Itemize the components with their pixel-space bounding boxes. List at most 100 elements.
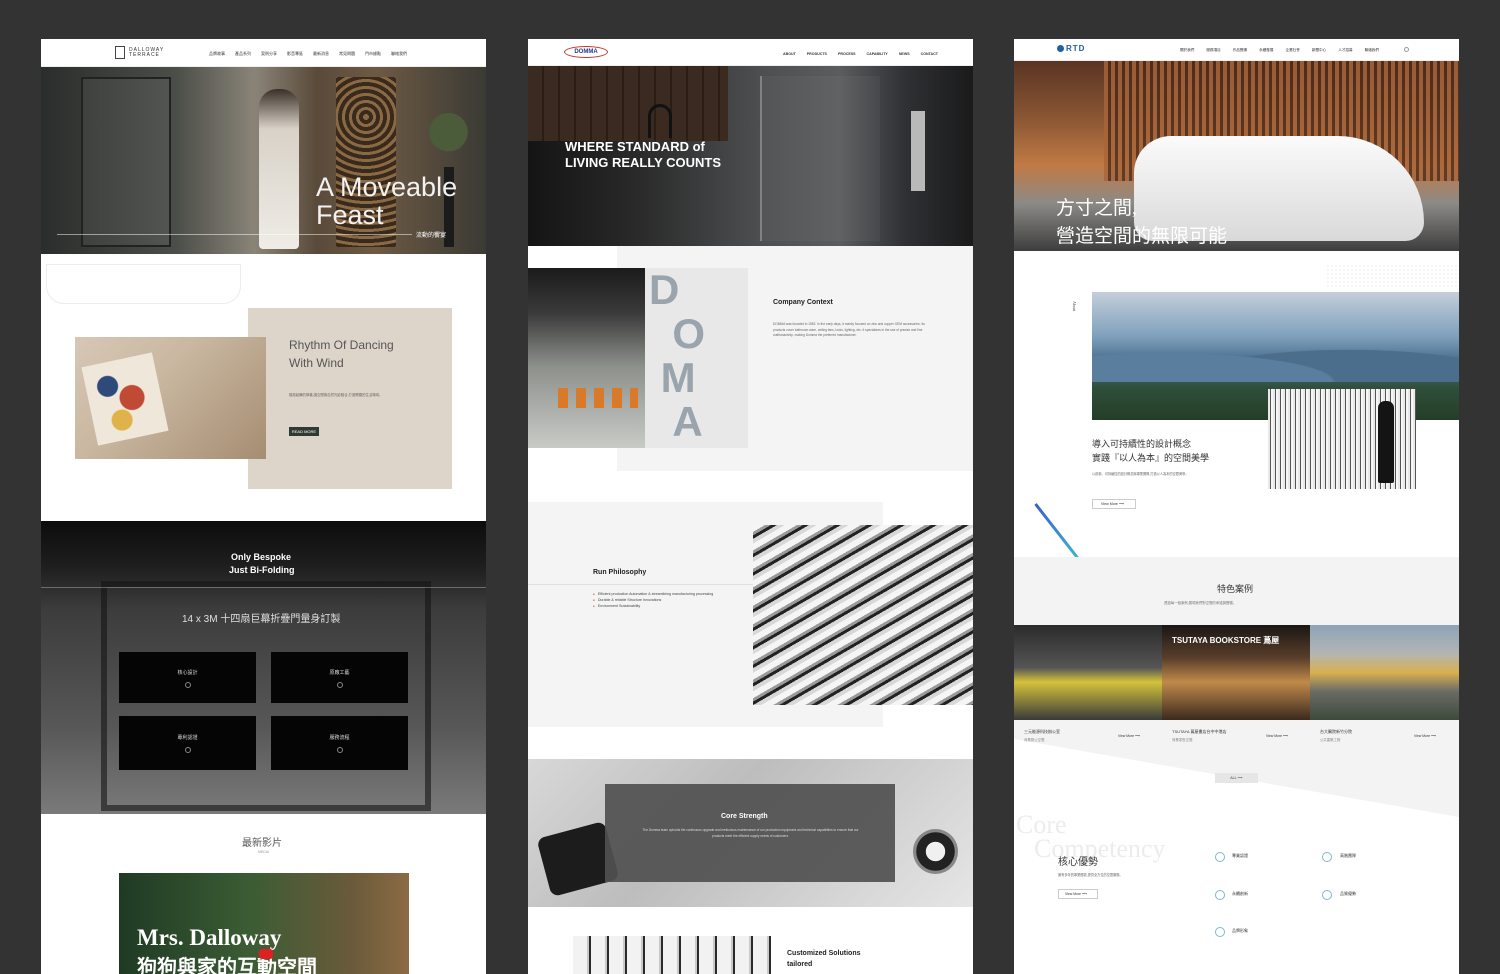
- dot-pattern: [1326, 264, 1459, 289]
- case-card[interactable]: [1014, 625, 1162, 720]
- company-body: DOMMA was founded in 1982. In the early …: [773, 322, 925, 337]
- hero-title: 方寸之間,: [1056, 198, 1137, 219]
- nav-item[interactable]: 品牌故事: [209, 51, 225, 57]
- case-name: TSUTAYA 蔦屋書店台中中港店: [1172, 729, 1227, 734]
- nav-item[interactable]: 常見問題: [339, 51, 355, 57]
- quality-icon: [1322, 890, 1332, 900]
- glass-door: [81, 77, 171, 247]
- case-tag: 公共建築工程: [1320, 738, 1341, 742]
- feature-tile-core-design[interactable]: 核心設計: [119, 652, 256, 703]
- nav-item[interactable]: 作品實績: [1233, 48, 1247, 53]
- nav-item[interactable]: 企業社會: [1286, 48, 1300, 53]
- video-overlay-subtitle: 狗狗與家的互動空間: [137, 957, 317, 974]
- nav-item[interactable]: PRODUCTS: [807, 52, 827, 56]
- core-title: Core Strength: [721, 813, 768, 820]
- hero-title: A Moveable: [316, 172, 458, 202]
- circle-arrow-icon: [336, 682, 343, 688]
- video-overlay-title: Mrs. Dalloway: [137, 925, 282, 950]
- feature-tile-craft[interactable]: 原廠工藝: [271, 652, 408, 703]
- dalloway-page: DALLOWAY TERRACE 品牌故事 產品系列 案例分享 影音專區 最新消…: [41, 39, 486, 974]
- competency-item: 品牌形象: [1232, 928, 1248, 933]
- nav-item[interactable]: 聯絡我們: [1365, 48, 1379, 53]
- faucet: [648, 104, 672, 138]
- view-more-button[interactable]: View More ⟶: [1092, 499, 1136, 509]
- nav-item[interactable]: 門市據點: [365, 51, 381, 57]
- nav-item[interactable]: 案例分享: [261, 51, 277, 57]
- nav-item[interactable]: NEWS: [899, 52, 910, 56]
- brand-icon: [1215, 927, 1225, 937]
- nav-item[interactable]: 服務項目: [1206, 48, 1220, 53]
- run-divider: [528, 584, 753, 585]
- nav-menu: 關於我們 服務項目 作品實績 永續發展 企業社會 新聞中心 人才招募 聯絡我們: [1180, 48, 1379, 53]
- company-image: D O M A: [528, 268, 748, 448]
- video-thumbnail[interactable]: Mrs. Dalloway 狗狗與家的互動空間: [119, 873, 409, 974]
- read-more-button[interactable]: READ MORE: [289, 427, 319, 436]
- brand-logo[interactable]: DOMMA: [564, 46, 608, 58]
- tile-label: 專利認證: [177, 735, 198, 741]
- certification-icon: [1215, 852, 1225, 862]
- rhythm-body: 隨風起舞的節奏,讓空間與自然光影融合,打造開闊的生活場域。: [289, 393, 383, 397]
- woman-figure: [259, 89, 299, 249]
- feature-tile-patent[interactable]: 專利認證: [119, 716, 256, 770]
- competency-item: 專業認證: [1232, 853, 1248, 858]
- case-tag: 商業辦公空間: [1024, 738, 1045, 742]
- about-heading: 導入可持續性的設計概念: [1092, 439, 1192, 449]
- top-nav: DOMMA ABOUT PRODUCTS PROCESS CAPABILITY …: [528, 39, 973, 66]
- frame-divider: [41, 587, 486, 588]
- view-more-label: View More: [1101, 502, 1118, 506]
- case-view-more[interactable]: View More ⟶: [1266, 734, 1288, 738]
- brand-logo-icon: [1057, 45, 1064, 52]
- case-tag: 商業零售空間: [1172, 738, 1193, 742]
- hero-subtitle: 流動的饗宴: [416, 233, 447, 239]
- all-cases-button[interactable]: ALL ⟶: [1215, 773, 1258, 783]
- case-card[interactable]: [1310, 625, 1459, 720]
- competency-item: 高階團隊: [1340, 853, 1356, 858]
- nav-item[interactable]: 新聞中心: [1312, 48, 1326, 53]
- gallery-image: [1268, 389, 1416, 489]
- view-more-label: View More: [1118, 734, 1134, 738]
- rhythm-title: With Wind: [289, 356, 344, 370]
- case-name: 三元能源科技辦公室: [1024, 729, 1060, 734]
- artbook: [81, 352, 169, 446]
- competency-view-more[interactable]: View More ⟶: [1058, 889, 1098, 899]
- hero-title: Feast: [316, 200, 384, 230]
- feature-tile-service[interactable]: 服務流程: [271, 716, 408, 770]
- nav-item[interactable]: ABOUT: [783, 52, 796, 56]
- competency-title: 核心優勢: [1058, 857, 1098, 868]
- competency-item: 永續創新: [1232, 891, 1248, 896]
- nav-item[interactable]: 影音專區: [287, 51, 303, 57]
- nav-item[interactable]: 產品系列: [235, 51, 251, 57]
- bespoke-title: Only Bespoke: [231, 552, 292, 562]
- nav-item[interactable]: 聯絡我們: [391, 51, 407, 57]
- nav-item[interactable]: 人才招募: [1338, 48, 1352, 53]
- office-chairs: [558, 388, 638, 408]
- about-label: About: [1072, 301, 1077, 311]
- play-icon[interactable]: [259, 949, 273, 959]
- hero-title: WHERE STANDARD of: [565, 139, 705, 154]
- nav-item[interactable]: CAPABILITY: [867, 52, 888, 56]
- nav-item[interactable]: 最新消息: [313, 51, 329, 57]
- nav-item[interactable]: PROCESS: [838, 52, 856, 56]
- rhythm-card: [248, 308, 452, 489]
- video-subtitle: MEDIA: [258, 850, 270, 854]
- competency-item: 品質優勢: [1340, 891, 1356, 896]
- case-view-more[interactable]: View More ⟶: [1414, 734, 1436, 738]
- domma-wall-letters: D O M A: [645, 268, 748, 448]
- towel: [911, 111, 925, 191]
- search-icon[interactable]: [1404, 47, 1409, 52]
- brand-logo-icon[interactable]: [115, 46, 125, 59]
- nav-item[interactable]: 永續發展: [1259, 48, 1273, 53]
- custom-title: tailored: [787, 961, 813, 968]
- all-cases-label: ALL: [1230, 776, 1237, 780]
- top-nav: DALLOWAY TERRACE 品牌故事 產品系列 案例分享 影音專區 最新消…: [41, 39, 486, 67]
- case-card[interactable]: TSUTAYA BOOKSTORE 蔦屋: [1162, 625, 1310, 720]
- circle-arrow-icon: [184, 747, 191, 753]
- nav-item[interactable]: CONTACT: [921, 52, 938, 56]
- nav-item[interactable]: 關於我們: [1180, 48, 1194, 53]
- brand-logo[interactable]: DALLOWAY TERRACE: [129, 48, 163, 58]
- hero-image: A Moveable Feast 流動的饗宴: [41, 67, 486, 254]
- rhythm-title: Rhythm Of Dancing: [289, 338, 394, 352]
- nav-menu: 品牌故事 產品系列 案例分享 影音專區 最新消息 常見問題 門市據點 聯絡我們: [209, 51, 407, 57]
- brand-logo[interactable]: RTD: [1066, 44, 1085, 53]
- case-view-more[interactable]: View More ⟶: [1118, 734, 1140, 738]
